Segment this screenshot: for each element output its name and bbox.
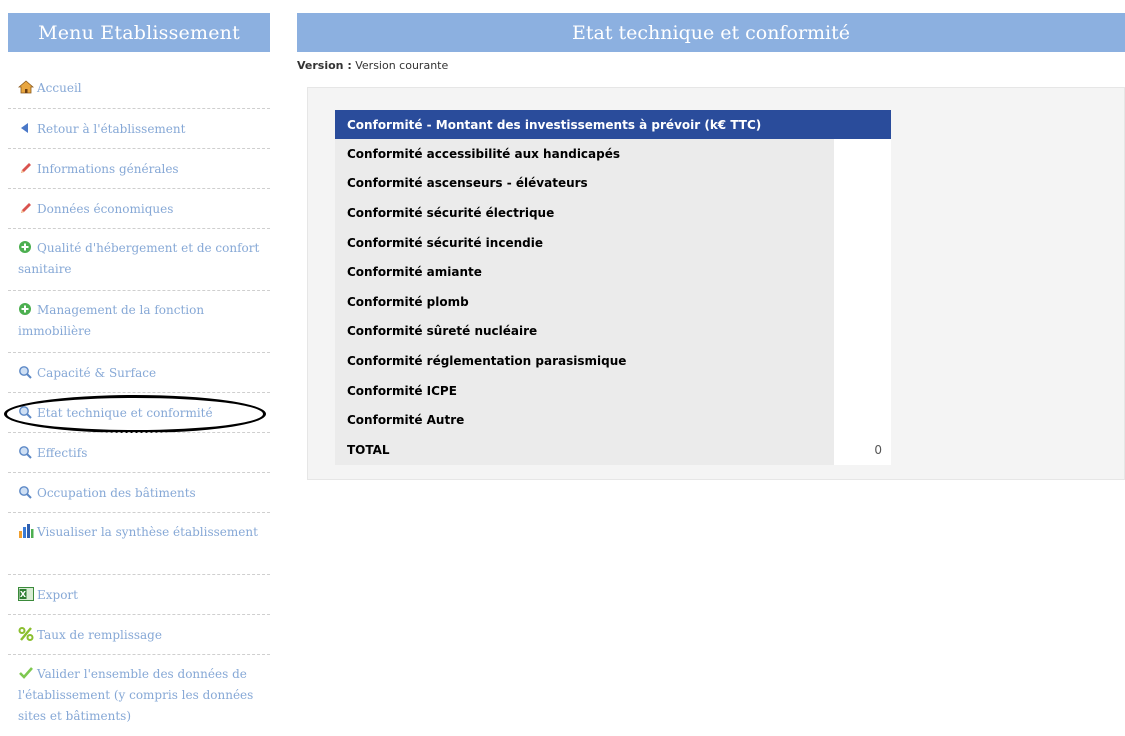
sidebar-item-etat-technique[interactable]: Etat technique et conformité xyxy=(4,392,270,433)
row-label: Conformité amiante xyxy=(335,257,834,287)
version-info: Version : Version courante xyxy=(297,59,448,72)
sidebar-item-label: Visualiser la synthèse établissement xyxy=(37,525,258,539)
sidebar-item-label: Occupation des bâtiments xyxy=(37,486,196,500)
bar-chart-icon xyxy=(18,524,34,538)
sidebar-item-accueil[interactable]: Accueil xyxy=(8,68,270,108)
svg-text:X: X xyxy=(20,590,27,599)
sidebar-item-label: Capacité & Surface xyxy=(37,366,157,380)
sidebar-menu: Accueil Retour à l'établissement Informa… xyxy=(4,68,270,736)
sidebar-item-label: Effectifs xyxy=(37,446,88,460)
version-value: Version courante xyxy=(355,59,449,72)
row-value xyxy=(834,346,891,376)
row-value xyxy=(834,168,891,199)
row-label: Conformité ascenseurs - élévateurs xyxy=(335,168,834,199)
table-row: Conformité sûreté nucléaire xyxy=(335,316,891,347)
sidebar-item-label: Qualité d'hébergement et de confort sani… xyxy=(18,241,260,276)
plus-circle-icon xyxy=(18,302,34,316)
table-row: Conformité ICPE xyxy=(335,375,891,406)
magnifier-icon xyxy=(18,445,34,459)
table-row: Conformité réglementation parasismique xyxy=(335,346,891,376)
table-body: Conformité accessibilité aux handicapés … xyxy=(335,139,891,465)
pencil-icon xyxy=(18,201,34,215)
row-label: TOTAL xyxy=(335,434,834,465)
sidebar-item-occupation-batiments[interactable]: Occupation des bâtiments xyxy=(8,472,270,512)
row-label: Conformité sûreté nucléaire xyxy=(335,316,834,347)
page-title: Etat technique et conformité xyxy=(297,13,1125,52)
sidebar-item-management-immobiliere[interactable]: Management de la fonction immobilière xyxy=(8,290,270,352)
row-value xyxy=(834,139,891,169)
sidebar-item-export[interactable]: X Export xyxy=(8,574,270,614)
sidebar-item-label: Valider l'ensemble des données de l'étab… xyxy=(18,667,254,723)
row-label: Conformité accessibilité aux handicapés xyxy=(335,139,834,169)
sidebar-item-visualiser-synthese[interactable]: Visualiser la synthèse établissement xyxy=(8,512,270,574)
row-label: Conformité ICPE xyxy=(335,375,834,406)
table-header-value xyxy=(834,110,891,139)
sidebar-item-retour[interactable]: Retour à l'établissement xyxy=(8,108,270,148)
sidebar-item-taux-remplissage[interactable]: Taux de remplissage xyxy=(8,614,270,654)
table-row: Conformité ascenseurs - élévateurs xyxy=(335,168,891,199)
sidebar-item-label: Taux de remplissage xyxy=(37,628,162,642)
row-value xyxy=(834,286,891,317)
row-label: Conformité plomb xyxy=(335,286,834,317)
sidebar-item-valider-donnees[interactable]: Valider l'ensemble des données de l'étab… xyxy=(8,654,270,736)
sidebar-item-label: Etat technique et conformité xyxy=(37,406,213,420)
row-value xyxy=(834,405,891,435)
sidebar-item-label: Accueil xyxy=(37,81,82,95)
table-row: Conformité sécurité électrique xyxy=(335,198,891,228)
row-label: Conformité Autre xyxy=(335,405,834,435)
table-row-total: TOTAL 0 xyxy=(335,434,891,465)
house-icon xyxy=(18,80,34,94)
sidebar-item-informations-generales[interactable]: Informations générales xyxy=(8,148,270,188)
sidebar-item-donnees-economiques[interactable]: Données économiques xyxy=(8,188,270,228)
row-label: Conformité réglementation parasismique xyxy=(335,346,834,376)
excel-icon: X xyxy=(18,587,34,601)
sidebar-item-label: Informations générales xyxy=(37,162,179,176)
table-row: Conformité accessibilité aux handicapés xyxy=(335,139,891,169)
compliance-table: Conformité - Montant des investissements… xyxy=(335,110,891,465)
version-label: Version : xyxy=(297,59,352,72)
table-row: Conformité amiante xyxy=(335,257,891,287)
row-value xyxy=(834,316,891,347)
row-value: 0 xyxy=(834,434,891,465)
sidebar: Menu Etablissement Accueil Retour à l'ét… xyxy=(4,13,270,736)
sidebar-title: Menu Etablissement xyxy=(8,13,270,52)
row-label: Conformité sécurité incendie xyxy=(335,227,834,258)
arrow-left-icon xyxy=(18,121,34,135)
magnifier-icon xyxy=(18,365,34,379)
row-label: Conformité sécurité électrique xyxy=(335,198,834,228)
table-header-row: Conformité - Montant des investissements… xyxy=(335,110,891,139)
checkmark-icon xyxy=(18,666,34,680)
sidebar-item-label: Management de la fonction immobilière xyxy=(18,303,205,338)
pencil-icon xyxy=(18,161,34,175)
magnifier-icon xyxy=(18,485,34,499)
sidebar-item-capacite-surface[interactable]: Capacité & Surface xyxy=(8,352,270,392)
row-value xyxy=(834,227,891,258)
sidebar-item-label: Retour à l'établissement xyxy=(37,122,186,136)
sidebar-item-effectifs[interactable]: Effectifs xyxy=(8,432,270,472)
table-row: Conformité sécurité incendie xyxy=(335,227,891,258)
table-row: Conformité Autre xyxy=(335,405,891,435)
row-value xyxy=(834,198,891,228)
sidebar-item-qualite-hebergement[interactable]: Qualité d'hébergement et de confort sani… xyxy=(8,228,270,290)
plus-circle-icon xyxy=(18,240,34,254)
magnifier-icon xyxy=(18,405,34,419)
table-header: Conformité - Montant des investissements… xyxy=(335,110,834,139)
percent-icon xyxy=(18,627,34,641)
table-row: Conformité plomb xyxy=(335,286,891,317)
row-value xyxy=(834,375,891,406)
row-value xyxy=(834,257,891,287)
sidebar-item-label: Données économiques xyxy=(37,202,174,216)
sidebar-item-label: Export xyxy=(37,588,78,602)
